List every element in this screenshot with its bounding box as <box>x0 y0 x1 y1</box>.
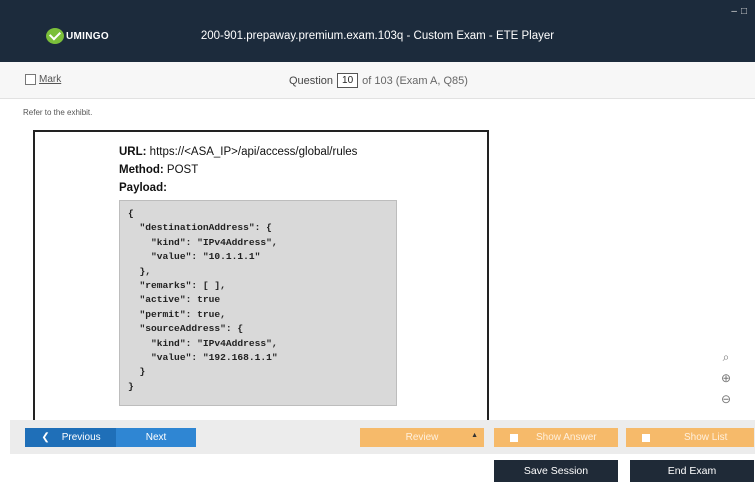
zoom-tools: ⌕ ⊕ ⊖ <box>718 350 734 413</box>
question-counter: Question 10 of 103 (Exam A, Q85) <box>289 73 468 88</box>
question-number-input[interactable]: 10 <box>337 73 359 88</box>
show-answer-button[interactable]: Show Answer <box>494 428 618 447</box>
url-value: https://<ASA_IP>/api/access/global/rules <box>149 146 358 158</box>
method-value: POST <box>166 164 199 176</box>
mark-checkbox[interactable]: Mark <box>25 74 61 85</box>
method-label: Method: <box>119 164 164 176</box>
exhibit-panel: URL: https://<ASA_IP>/api/access/global/… <box>33 130 489 422</box>
question-bar: Mark Question 10 of 103 (Exam A, Q85) <box>0 62 755 99</box>
previous-button[interactable]: ❮ Previous <box>25 428 117 447</box>
show-list-button[interactable]: Show List <box>626 428 754 447</box>
exhibit-payload-line: Payload: <box>119 182 167 194</box>
footer-bar: Save Session End Exam <box>0 456 755 489</box>
mark-label[interactable]: Mark <box>39 74 61 85</box>
save-session-button[interactable]: Save Session <box>494 460 618 482</box>
payload-code: { "destinationAddress": { "kind": "IPv4A… <box>128 208 278 392</box>
show-list-label: Show List <box>684 432 728 443</box>
minimize-button[interactable]: – <box>731 6 737 17</box>
checkbox-icon <box>510 433 518 442</box>
zoom-in-icon[interactable]: ⊕ <box>718 371 734 392</box>
chevron-left-icon: ❮ <box>41 432 50 443</box>
caret-up-icon: ▲ <box>471 432 478 439</box>
maximize-button[interactable]: □ <box>741 6 747 17</box>
exhibit-url-line: URL: https://<ASA_IP>/api/access/global/… <box>119 146 357 158</box>
question-suffix: of 103 (Exam A, Q85) <box>362 74 468 87</box>
url-label: URL: <box>119 146 147 158</box>
zoom-out-icon[interactable]: ⊖ <box>718 392 734 413</box>
window-controls: – □ <box>731 6 747 17</box>
checkbox-icon[interactable] <box>25 74 36 85</box>
previous-label: Previous <box>61 432 101 443</box>
show-answer-label: Show Answer <box>536 432 597 443</box>
question-text: Refer to the exhibit. <box>23 108 93 117</box>
review-button[interactable]: Review ▲ <box>360 428 484 447</box>
question-prefix: Question <box>289 74 334 87</box>
checkbox-icon <box>642 433 650 442</box>
end-exam-button[interactable]: End Exam <box>630 460 754 482</box>
navigation-bar: ❮ Previous Next Review ▲ Show Answer Sho… <box>10 420 755 454</box>
review-label: Review <box>405 432 439 443</box>
next-button[interactable]: Next <box>116 428 196 447</box>
title-bar: UMINGO 200-901.prepaway.premium.exam.103… <box>0 0 755 62</box>
payload-code-box: { "destinationAddress": { "kind": "IPv4A… <box>119 200 397 406</box>
search-icon[interactable]: ⌕ <box>718 350 734 371</box>
exhibit-method-line: Method: POST <box>119 164 198 176</box>
window-title: 200-901.prepaway.premium.exam.103q - Cus… <box>200 30 555 42</box>
payload-label: Payload: <box>119 182 167 194</box>
